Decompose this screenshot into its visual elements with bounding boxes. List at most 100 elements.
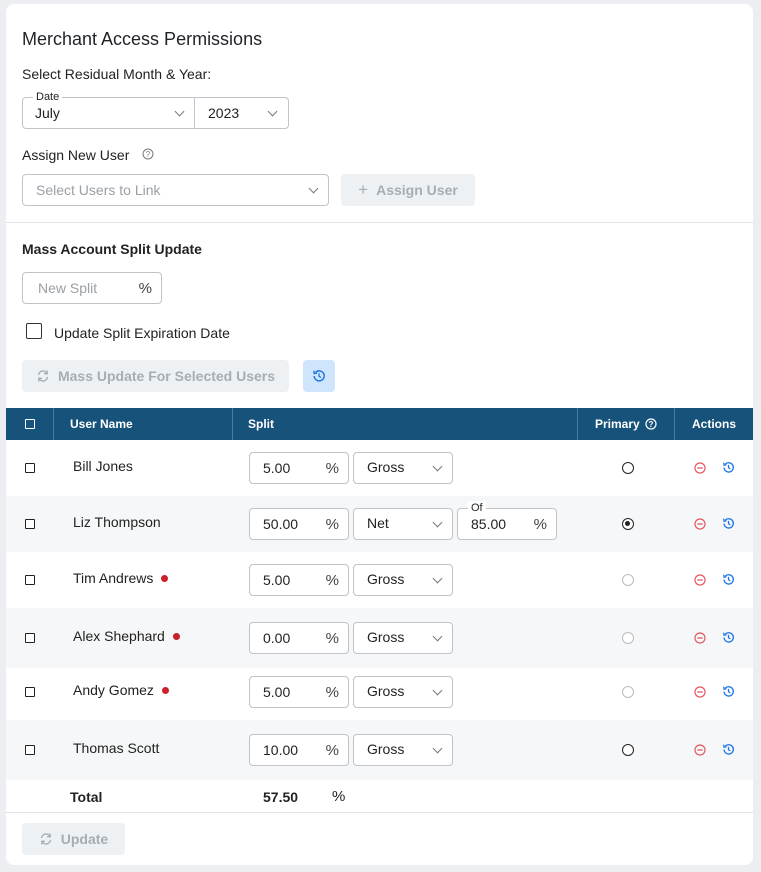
primary-radio[interactable] xyxy=(622,744,634,756)
of-input[interactable]: Of 85.00 % xyxy=(457,501,557,540)
chevron-down-icon xyxy=(308,183,319,194)
status-dot xyxy=(172,632,180,640)
header-separator xyxy=(232,408,233,440)
residual-label: Select Residual Month & Year: xyxy=(22,66,212,82)
help-icon[interactable]: ? xyxy=(142,148,154,160)
percent-sign: % xyxy=(325,516,339,533)
history-icon[interactable] xyxy=(722,743,735,756)
user-name: Tim Andrews xyxy=(73,570,169,586)
split-type-select[interactable]: Gross xyxy=(353,734,453,766)
select-users-input[interactable]: Select Users to Link xyxy=(22,174,329,206)
svg-text:?: ? xyxy=(146,150,151,159)
header-separator xyxy=(53,408,54,440)
mass-update-button[interactable]: Mass Update For Selected Users xyxy=(22,360,289,392)
select-all-checkbox[interactable] xyxy=(25,419,35,429)
split-input[interactable]: 50.00 % xyxy=(249,508,349,540)
user-name-text: Tim Andrews xyxy=(73,570,154,586)
header-split[interactable]: Split xyxy=(248,408,274,440)
percent-sign: % xyxy=(325,630,339,647)
page-title: Merchant Access Permissions xyxy=(22,29,263,49)
remove-icon[interactable] xyxy=(694,686,706,698)
primary-radio[interactable] xyxy=(622,574,634,586)
split-type-select[interactable]: Gross xyxy=(353,564,453,596)
remove-icon[interactable] xyxy=(694,574,706,586)
expiration-checkbox[interactable] xyxy=(26,323,42,339)
of-legend: Of xyxy=(468,501,486,515)
primary-radio[interactable] xyxy=(622,462,634,474)
header-user-name[interactable]: User Name xyxy=(70,408,133,440)
total-divider xyxy=(6,812,753,813)
split-input[interactable]: 5.00 % xyxy=(249,676,349,708)
split-value: 50.00 xyxy=(263,516,299,532)
row-checkbox[interactable] xyxy=(25,745,35,755)
select-users-placeholder: Select Users to Link xyxy=(36,182,161,198)
percent-sign: % xyxy=(533,516,547,533)
header-actions: Actions xyxy=(692,417,737,431)
date-legend: Date xyxy=(33,90,63,104)
table-row: Tim Andrews 5.00 % Gross xyxy=(6,552,753,608)
user-name: Liz Thompson xyxy=(73,514,161,530)
history-icon[interactable] xyxy=(722,573,735,586)
row-checkbox[interactable] xyxy=(25,575,35,585)
percent-sign: % xyxy=(325,572,339,589)
mass-update-label: Mass Update For Selected Users xyxy=(57,368,276,384)
split-type-select[interactable]: Net xyxy=(353,508,453,540)
user-name-text: Liz Thompson xyxy=(73,514,161,530)
year-select[interactable]: 2023 xyxy=(194,97,289,129)
split-input[interactable]: 5.00 % xyxy=(249,452,349,484)
split-type-select[interactable]: Gross xyxy=(353,676,453,708)
table-row: Liz Thompson 50.00 % Net Of 85.00 % xyxy=(6,496,753,552)
split-type-value: Gross xyxy=(367,459,405,475)
update-button[interactable]: Update xyxy=(22,823,125,855)
expiration-label: Update Split Expiration Date xyxy=(54,325,230,341)
split-value: 0.00 xyxy=(263,630,291,646)
split-type-select[interactable]: Gross xyxy=(353,452,453,484)
chevron-down-icon xyxy=(432,573,443,584)
history-icon[interactable] xyxy=(722,685,735,698)
table-row: Bill Jones 5.00 % Gross xyxy=(6,440,753,496)
table-header: User Name Split Primary ? Actions xyxy=(6,408,753,440)
history-icon[interactable] xyxy=(722,461,735,474)
merchant-access-card: Merchant Access Permissions Select Resid… xyxy=(6,4,753,865)
total-value: 57.50 xyxy=(263,789,299,805)
section-divider xyxy=(6,222,753,223)
history-icon xyxy=(313,370,325,382)
chevron-down-icon xyxy=(432,631,443,642)
remove-icon[interactable] xyxy=(694,632,706,644)
row-checkbox[interactable] xyxy=(25,633,35,643)
history-button[interactable] xyxy=(303,360,335,392)
percent-sign: % xyxy=(138,280,152,297)
split-type-value: Gross xyxy=(367,571,405,587)
mass-split-title: Mass Account Split Update xyxy=(22,241,202,257)
row-checkbox[interactable] xyxy=(25,463,35,473)
split-type-value: Gross xyxy=(367,741,405,757)
assign-user-button-label: Assign User xyxy=(376,182,458,198)
month-select[interactable]: Date July xyxy=(22,90,195,129)
year-value: 2023 xyxy=(208,105,240,121)
primary-radio[interactable] xyxy=(622,632,634,644)
split-input[interactable]: 5.00 % xyxy=(249,564,349,596)
row-checkbox[interactable] xyxy=(25,519,35,529)
chevron-down-icon xyxy=(432,685,443,696)
history-icon[interactable] xyxy=(722,631,735,644)
remove-icon[interactable] xyxy=(694,462,706,474)
chevron-down-icon xyxy=(267,106,278,117)
split-input[interactable]: 0.00 % xyxy=(249,622,349,654)
history-icon[interactable] xyxy=(722,517,735,530)
new-split-input[interactable]: New Split % xyxy=(22,272,162,304)
assign-user-button[interactable]: + Assign User xyxy=(341,174,475,206)
primary-radio[interactable] xyxy=(622,686,634,698)
user-name: Alex Shephard xyxy=(73,628,180,644)
row-checkbox[interactable] xyxy=(25,687,35,697)
split-type-select[interactable]: Gross xyxy=(353,622,453,654)
split-input[interactable]: 10.00 % xyxy=(249,734,349,766)
help-icon[interactable]: ? xyxy=(645,418,657,430)
total-label: Total xyxy=(70,789,103,805)
table-row: Thomas Scott 10.00 % Gross xyxy=(6,720,753,780)
remove-icon[interactable] xyxy=(694,744,706,756)
user-name: Bill Jones xyxy=(73,458,133,474)
user-name-text: Andy Gomez xyxy=(73,682,154,698)
primary-radio[interactable] xyxy=(622,518,634,530)
split-type-value: Gross xyxy=(367,683,405,699)
remove-icon[interactable] xyxy=(694,518,706,530)
